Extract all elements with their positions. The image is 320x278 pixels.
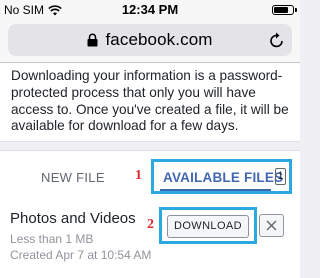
screen: No SIM 12:34 PM facebook.com Downloading… (0, 0, 300, 278)
download-highlight: DOWNLOAD (159, 207, 257, 244)
active-tab-indicator (160, 189, 271, 191)
reload-icon[interactable] (269, 31, 285, 49)
status-bar: No SIM 12:34 PM (0, 0, 300, 20)
address-bar[interactable]: facebook.com (8, 24, 292, 56)
lock-icon (87, 33, 98, 47)
tab-new-file[interactable]: NEW FILE (41, 170, 105, 185)
status-time: 12:34 PM (121, 2, 179, 17)
file-created-date: Created Apr 7 at 10:54 AM (10, 248, 152, 262)
tab-available-files-label: AVAILABLE FILES (163, 170, 284, 185)
annotation-step-1: 1 (135, 168, 142, 183)
file-row: Photos and Videos Less than 1 MB Created… (0, 203, 300, 278)
info-panel: Downloading your information is a passwo… (0, 63, 300, 142)
battery-icon (272, 5, 297, 15)
download-button[interactable]: DOWNLOAD (167, 215, 249, 238)
available-count-badge: 1 (275, 168, 286, 185)
file-title: Photos and Videos (10, 210, 136, 227)
file-size: Less than 1 MB (10, 232, 94, 246)
info-text: Downloading your information is a passwo… (11, 68, 289, 134)
browser-toolbar: facebook.com (0, 20, 300, 63)
url-text: facebook.com (105, 30, 213, 49)
annotation-step-2: 2 (147, 217, 154, 232)
file-tabs: NEW FILE 1 AVAILABLE FILES 1 (0, 150, 300, 204)
tab-available-files[interactable]: AVAILABLE FILES 1 (151, 159, 292, 194)
delete-file-button[interactable] (259, 214, 284, 237)
close-icon (266, 220, 277, 231)
address-content: facebook.com (8, 30, 292, 50)
